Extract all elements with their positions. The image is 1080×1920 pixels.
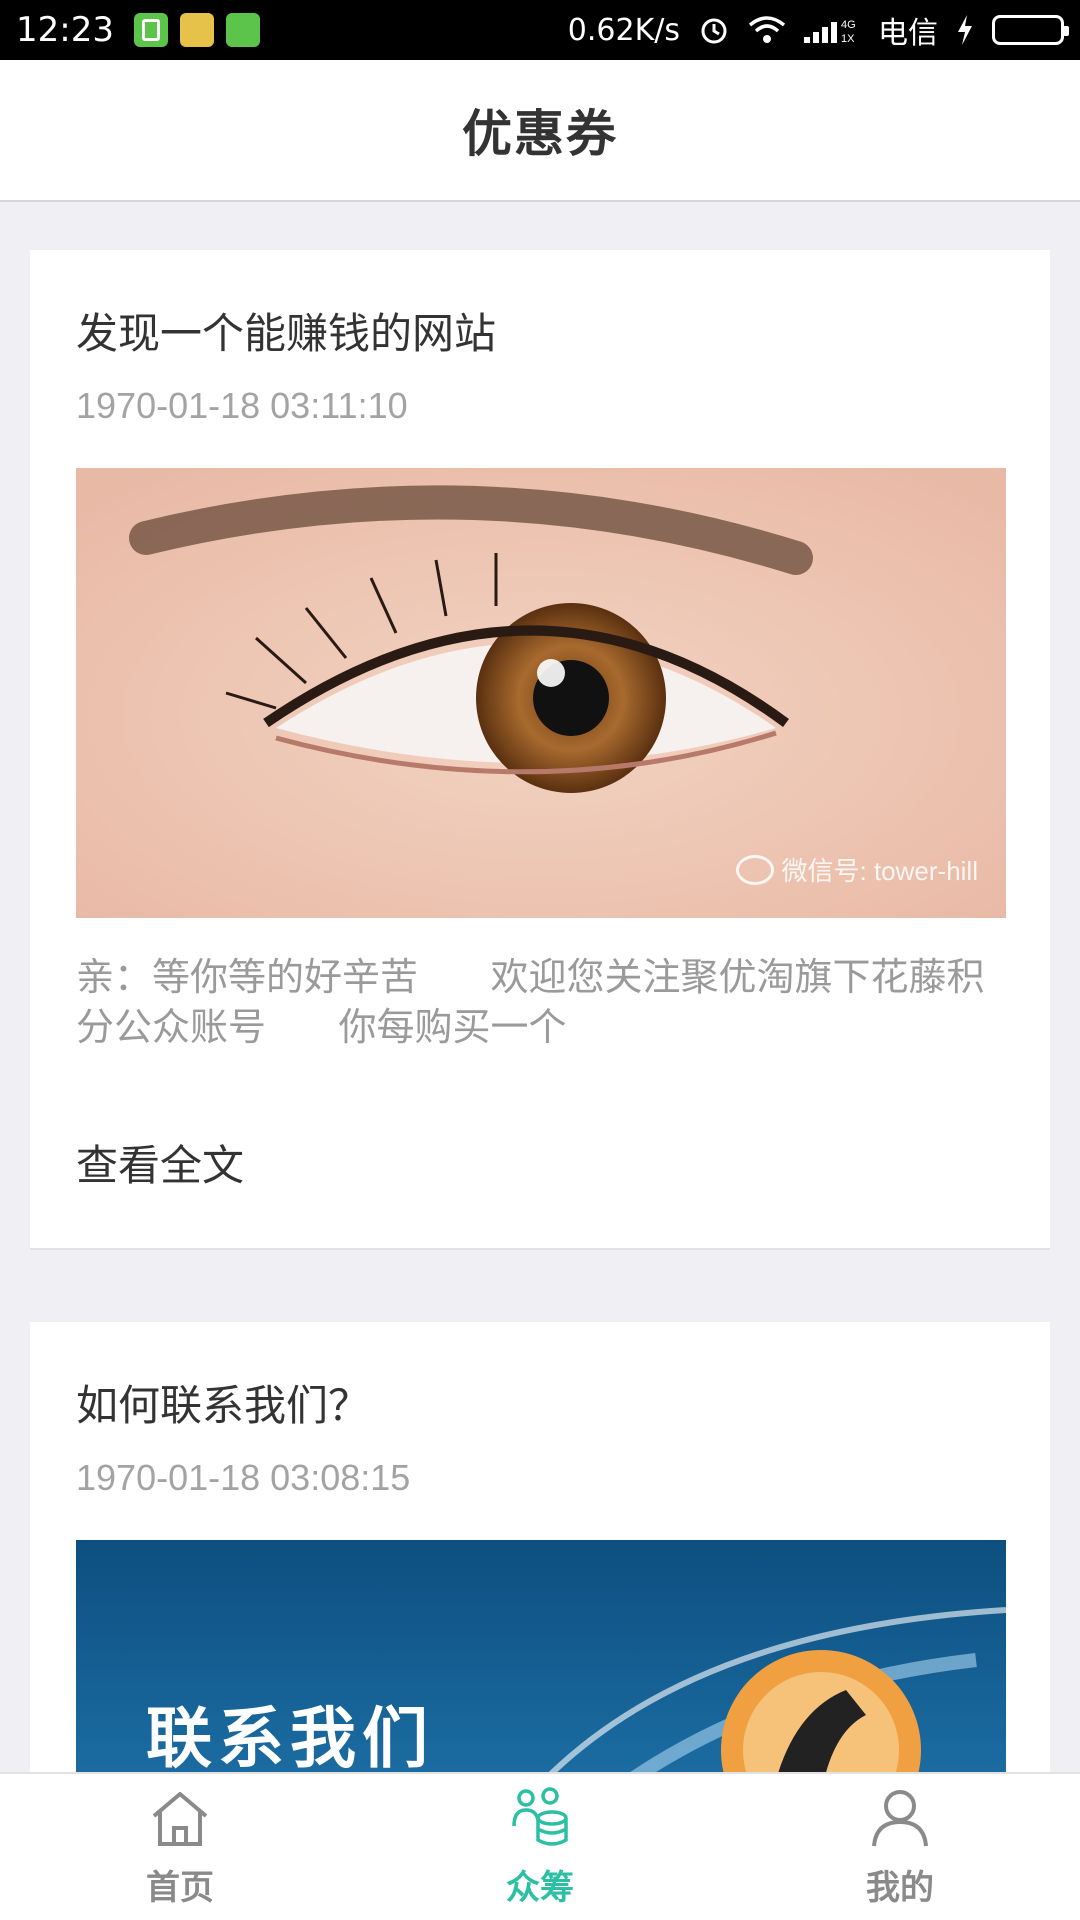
article-date: 1970-01-18 03:08:15 [76, 1457, 411, 1498]
signal-icon: 4G 1X [804, 15, 860, 45]
article-image[interactable]: 微信号: tower-hill [76, 468, 1006, 918]
article-excerpt: 亲：等你等的好辛苦 欢迎您关注聚优淘旗下花藤积分公众账号 你每购买一个 [76, 955, 985, 1049]
crowdfunding-icon [512, 1786, 568, 1846]
read-more-link[interactable]: 查看全文 [76, 1132, 244, 1193]
charging-icon [956, 15, 974, 45]
carrier-label: 电信 [878, 16, 938, 51]
article-card[interactable]: 如何联系我们？ 1970-01-18 03:08:15 联系我们 [30, 1322, 1050, 1772]
nav-label: 我的 [866, 1867, 934, 1908]
image-watermark: 微信号: tower-hill [735, 851, 978, 888]
status-time: 12:23 [16, 10, 114, 50]
svg-text:4G: 4G [841, 19, 856, 31]
wifi-icon [748, 15, 786, 45]
battery-app-icon [133, 13, 168, 47]
banner-text: 联系我们 [146, 1700, 434, 1772]
battery-icon [992, 15, 1069, 45]
profile-icon [872, 1789, 928, 1846]
nav-crowdfunding[interactable]: 众筹 [360, 1774, 720, 1920]
article-title[interactable]: 如何联系我们？ [76, 1372, 370, 1433]
article-title[interactable]: 发现一个能赚钱的网站 [76, 300, 496, 361]
article-feed[interactable]: 发现一个能赚钱的网站 1970-01-18 03:11:10 微信号: towe… [0, 204, 1080, 1772]
nav-label: 众筹 [506, 1867, 574, 1908]
nav-home[interactable]: 首页 [0, 1774, 360, 1920]
article-card[interactable]: 发现一个能赚钱的网站 1970-01-18 03:11:10 微信号: towe… [30, 250, 1050, 1250]
alarm-icon [698, 14, 730, 46]
top-header: 优惠券 [0, 60, 1080, 202]
nav-profile[interactable]: 我的 [720, 1774, 1080, 1920]
status-bar: 12:23 0.62K/s 4G 1X 电信 [0, 0, 1080, 60]
bunny-app-icon [179, 13, 214, 47]
network-speed: 0.62K/s [567, 12, 680, 48]
page-title: 优惠券 [462, 105, 618, 163]
article-date: 1970-01-18 03:11:10 [76, 385, 408, 426]
android-app-icon [225, 13, 260, 47]
bottom-navigation: 首页 众筹 我的 [0, 1772, 1080, 1920]
wechat-icon [735, 854, 774, 885]
article-image[interactable]: 联系我们 [76, 1540, 1006, 1772]
nav-label: 首页 [146, 1867, 214, 1908]
svg-text:1X: 1X [841, 33, 855, 45]
home-icon [152, 1791, 208, 1846]
